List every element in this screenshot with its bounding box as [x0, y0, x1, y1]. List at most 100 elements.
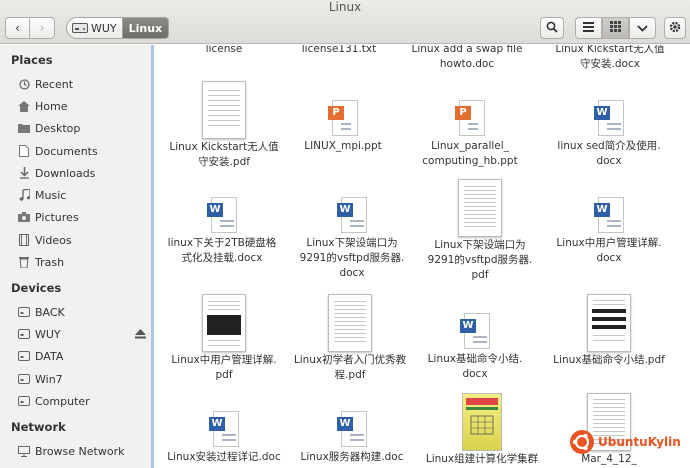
doc-file-icon: W	[337, 411, 367, 447]
file-item[interactable]: Linux Kickstart无人值 守安装.pdf	[157, 81, 291, 170]
file-label: Mar_4_12_	[581, 453, 637, 465]
file-label: Linux服务器构建.doc	[300, 451, 404, 463]
file-label: linux下关于2TB硬盘格	[167, 237, 277, 249]
file-label: LINUX_mpi.ppt	[304, 140, 382, 152]
file-label: 守安装.docx	[580, 58, 640, 70]
settings-button[interactable]	[664, 17, 686, 39]
breadcrumb-wuy[interactable]: WUY	[66, 17, 123, 39]
sidebar-item-label: Downloads	[35, 166, 96, 180]
file-item[interactable]: W Linux服务器构建.doc	[285, 411, 419, 465]
download-icon	[18, 167, 30, 179]
file-label: Linux Kickstart无人值	[169, 141, 279, 153]
sidebar-item-label: WUY	[35, 327, 61, 341]
sidebar-item-win7[interactable]: Win7	[18, 369, 150, 389]
file-label: Linux基础命令小结.	[427, 353, 523, 365]
file-item[interactable]: Linux基础命令小结.pdf	[541, 294, 677, 368]
sidebar-item-label: DATA	[35, 349, 64, 363]
chevron-left-icon: ‹	[15, 21, 20, 35]
file-label: pdf	[471, 269, 489, 281]
file-item[interactable]: Linux组建计算化学集群	[415, 393, 549, 467]
sidebar-item-data[interactable]: DATA	[18, 346, 150, 366]
toolbar: Linux ‹ › WUY Linux	[0, 0, 690, 44]
file-item[interactable]: W Linux下架设端口为 9291的vsftpd服务器. docx	[285, 197, 419, 281]
file-label: Linux基础命令小结.pdf	[553, 354, 665, 366]
list-view-button[interactable]	[575, 17, 602, 39]
pdf-file-icon	[202, 81, 246, 139]
file-item[interactable]: W Linux中用户管理详解. docx	[537, 197, 681, 266]
sidebar-item-computer[interactable]: Computer	[18, 391, 150, 411]
drive-icon	[18, 328, 30, 340]
file-label: Linux下架设端口为	[306, 237, 398, 249]
breadcrumb: WUY Linux	[66, 17, 170, 39]
file-grid: license license131.txt Linux add a swap …	[157, 45, 690, 468]
sidebar-item-documents[interactable]: Documents	[18, 141, 150, 161]
file-item[interactable]: P Linux_parallel_ computing_hb.ppt	[410, 100, 530, 169]
sidebar: Places Recent Home Desktop Documents Dow…	[0, 45, 154, 468]
file-label: Linux中用户管理详解.	[556, 237, 662, 249]
sidebar-item-downloads[interactable]: Downloads	[18, 163, 150, 183]
network-icon	[18, 445, 30, 457]
drive-icon	[18, 350, 30, 362]
doc-file-icon: W	[594, 100, 624, 136]
grid-view-icon	[610, 21, 621, 35]
grid-view-button[interactable]	[602, 17, 629, 39]
file-label: Linux组建计算化学集群	[425, 453, 539, 465]
sidebar-item-label: Win7	[35, 372, 63, 386]
sidebar-item-label: Documents	[35, 144, 98, 158]
file-item[interactable]: Linux Kickstart无人值 守安装.docx	[538, 45, 682, 72]
sidebar-item-label: Music	[35, 188, 67, 202]
file-item[interactable]: Linux add a swap file howto.doc	[400, 45, 534, 72]
file-item[interactable]: license	[164, 45, 284, 57]
sidebar-item-desktop[interactable]: Desktop	[18, 118, 150, 138]
search-button[interactable]	[540, 17, 564, 39]
file-item[interactable]: W linux sed简介及使用. docx	[537, 100, 681, 169]
folder-icon	[18, 122, 30, 134]
drive-icon	[18, 373, 30, 385]
eject-icon[interactable]	[135, 329, 146, 342]
home-icon	[18, 100, 30, 112]
view-options-button[interactable]	[629, 17, 656, 39]
sidebar-item-trash[interactable]: Trash	[18, 252, 150, 272]
file-label: Linux安装过程详记.doc	[167, 451, 281, 463]
file-label: 程.pdf	[334, 369, 366, 381]
view-switcher	[575, 17, 656, 39]
file-label: license131.txt	[301, 45, 377, 55]
breadcrumb-linux[interactable]: Linux	[122, 17, 170, 39]
file-item[interactable]: Linux下架设端口为 9291的vsftpd服务器. pdf	[413, 179, 547, 283]
sidebar-item-back[interactable]: BACK	[18, 302, 150, 322]
pdf-file-icon	[458, 179, 502, 237]
sidebar-item-music[interactable]: Music	[18, 185, 150, 205]
sidebar-item-videos[interactable]: Videos	[18, 230, 150, 250]
search-icon	[546, 21, 558, 36]
doc-file-icon: W	[460, 313, 490, 349]
sidebar-item-recent[interactable]: Recent	[18, 74, 150, 94]
file-item[interactable]: Linux初学者入门优秀教 程.pdf	[283, 294, 417, 383]
file-label: docx	[596, 252, 622, 264]
file-item[interactable]: W linux下关于2TB硬盘格 式化及挂载.docx	[157, 197, 289, 266]
ppt-file-icon: P	[455, 100, 485, 136]
file-item[interactable]: P LINUX_mpi.ppt	[283, 100, 403, 154]
file-item[interactable]: W Linux安装过程详记.doc	[157, 411, 291, 465]
ubuntu-logo-icon	[570, 430, 594, 454]
doc-file-icon: W	[594, 197, 624, 233]
forward-button[interactable]: ›	[29, 17, 55, 39]
back-button[interactable]: ‹	[5, 17, 30, 39]
film-icon	[18, 234, 30, 246]
file-item[interactable]: W Linux基础命令小结. docx	[415, 313, 535, 382]
sidebar-item-wuy[interactable]: WUY	[18, 324, 150, 344]
document-icon	[18, 145, 30, 157]
doc-file-icon: W	[209, 411, 239, 447]
file-item[interactable]: license131.txt	[279, 45, 399, 57]
file-label: Linux初学者入门优秀教	[293, 354, 407, 366]
doc-file-icon: W	[337, 197, 367, 233]
sidebar-item-label: BACK	[35, 305, 65, 319]
clock-icon	[18, 78, 30, 90]
drive-icon	[18, 306, 30, 318]
sidebar-item-pictures[interactable]: Pictures	[18, 207, 150, 227]
window-title: Linux	[328, 0, 362, 14]
file-item[interactable]: Linux中用户管理详解. pdf	[157, 294, 291, 383]
file-label: howto.doc	[439, 58, 495, 70]
file-label: pdf	[215, 369, 233, 381]
sidebar-item-home[interactable]: Home	[18, 96, 150, 116]
sidebar-item-browse-network[interactable]: Browse Network	[18, 441, 150, 461]
